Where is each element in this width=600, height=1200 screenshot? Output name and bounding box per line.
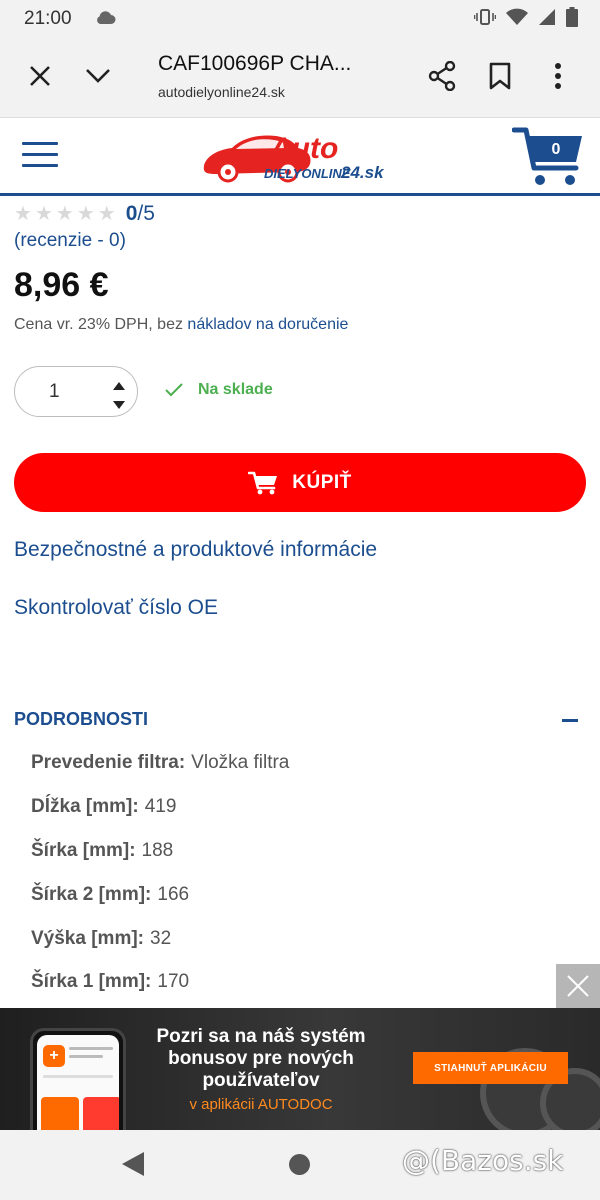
hamburger-menu-button[interactable] bbox=[22, 142, 58, 170]
spec-row: Dĺžka [mm]: 419 bbox=[31, 796, 177, 817]
shipping-cost-link[interactable]: nákladov na doručenie bbox=[187, 316, 348, 333]
more-vert-icon bbox=[555, 63, 561, 89]
wifi-icon bbox=[506, 8, 528, 31]
battery-icon bbox=[566, 7, 578, 32]
site-header: Auto DIELYONLINE 24.sk 0 bbox=[0, 118, 600, 196]
spec-row: Šírka [mm]: 188 bbox=[31, 840, 174, 861]
back-icon[interactable] bbox=[122, 1152, 144, 1181]
check-icon bbox=[165, 383, 183, 397]
spec-row: Prevedenie filtra: Vložka filtra bbox=[31, 752, 290, 773]
share-icon bbox=[428, 61, 456, 91]
tax-note: Cena vr. 23% DPH, bez nákladov na doruče… bbox=[14, 316, 349, 333]
bookmark-button[interactable] bbox=[480, 56, 520, 96]
rating-stars[interactable]: ★ ★ ★ ★ ★ bbox=[14, 202, 116, 226]
star-icon: ★ bbox=[76, 203, 95, 225]
logo-suffix-text: 24.sk bbox=[340, 163, 385, 182]
quantity-increase-icon[interactable] bbox=[113, 377, 125, 395]
status-time: 21:00 bbox=[24, 8, 72, 29]
rating-row: ★ ★ ★ ★ ★ 0/5 bbox=[14, 202, 155, 226]
cloud-icon bbox=[94, 9, 116, 30]
ad-close-button[interactable] bbox=[556, 964, 600, 1008]
expand-button[interactable] bbox=[78, 56, 118, 96]
quantity-value[interactable]: 1 bbox=[49, 381, 60, 403]
rating-score: 0/5 bbox=[125, 202, 155, 225]
app-icon: + bbox=[43, 1045, 65, 1067]
star-icon: ★ bbox=[97, 203, 116, 225]
watermark: @(Bazos.sk bbox=[402, 1144, 564, 1177]
spec-row: Šírka 1 [mm]: 170 bbox=[31, 971, 190, 992]
star-icon: ★ bbox=[14, 203, 32, 225]
star-icon: ★ bbox=[55, 203, 74, 225]
spec-row: Šírka 2 [mm]: 166 bbox=[31, 884, 190, 905]
logo-dielyonline-text: DIELYONLINE bbox=[264, 166, 351, 181]
stock-label: Na sklade bbox=[198, 381, 273, 398]
check-oe-link[interactable]: Skontrolovať číslo OE bbox=[14, 596, 218, 620]
reviews-link[interactable]: (recenzie - 0) bbox=[14, 230, 126, 252]
logo-auto-text: Auto bbox=[269, 132, 338, 165]
close-icon bbox=[30, 66, 50, 86]
car-logo-icon: Auto DIELYONLINE 24.sk bbox=[203, 132, 385, 183]
page-title: CAF100696P CHA... bbox=[158, 52, 352, 75]
quantity-stepper[interactable]: 1 bbox=[14, 366, 138, 417]
cart-count: 0 bbox=[551, 141, 561, 158]
bookmark-icon bbox=[489, 62, 511, 90]
browser-toolbar: CAF100696P CHA... autodielyonline24.sk bbox=[0, 36, 600, 118]
details-title: PODROBNOSTI bbox=[14, 709, 149, 729]
ad-download-button[interactable]: STIAHNUŤ APLIKÁCIU bbox=[413, 1052, 568, 1084]
phone-graphic: + bbox=[30, 1028, 126, 1130]
signal-icon bbox=[538, 8, 556, 31]
system-nav-bar: @(Bazos.sk bbox=[0, 1130, 600, 1200]
product-price: 8,96 € bbox=[14, 266, 109, 304]
page-url: autodielyonline24.sk bbox=[158, 84, 285, 100]
home-icon[interactable] bbox=[289, 1154, 310, 1175]
status-bar: 21:00 bbox=[0, 0, 600, 36]
ad-banner[interactable]: + Pozri sa na náš systém bonusov pre nov… bbox=[0, 1008, 600, 1130]
details-accordion-header[interactable]: PODROBNOSTI bbox=[14, 709, 586, 733]
more-menu-button[interactable] bbox=[538, 56, 578, 96]
safety-info-link[interactable]: Bezpečnostné a produktové informácie bbox=[14, 538, 377, 562]
site-logo[interactable]: Auto DIELYONLINE 24.sk bbox=[198, 126, 404, 188]
spec-row: Výška [mm]: 32 bbox=[31, 928, 172, 949]
buy-button[interactable]: KÚPIŤ bbox=[14, 453, 586, 512]
collapse-icon bbox=[562, 719, 578, 722]
vibrate-icon bbox=[473, 7, 497, 32]
share-button[interactable] bbox=[422, 56, 462, 96]
star-icon: ★ bbox=[34, 203, 53, 225]
ad-subline: v aplikácii AUTODOC bbox=[189, 1096, 333, 1113]
close-tab-button[interactable] bbox=[20, 56, 60, 96]
cart-icon bbox=[248, 471, 278, 494]
close-icon bbox=[567, 975, 589, 997]
cart-button[interactable]: 0 bbox=[511, 124, 584, 188]
buy-label: KÚPIŤ bbox=[292, 471, 352, 493]
chevron-down-icon bbox=[86, 69, 110, 83]
ad-headline: Pozri sa na náš systém bonusov pre novýc… bbox=[156, 1026, 366, 1091]
quantity-decrease-icon[interactable] bbox=[113, 396, 125, 414]
stock-status: Na sklade bbox=[164, 381, 273, 399]
